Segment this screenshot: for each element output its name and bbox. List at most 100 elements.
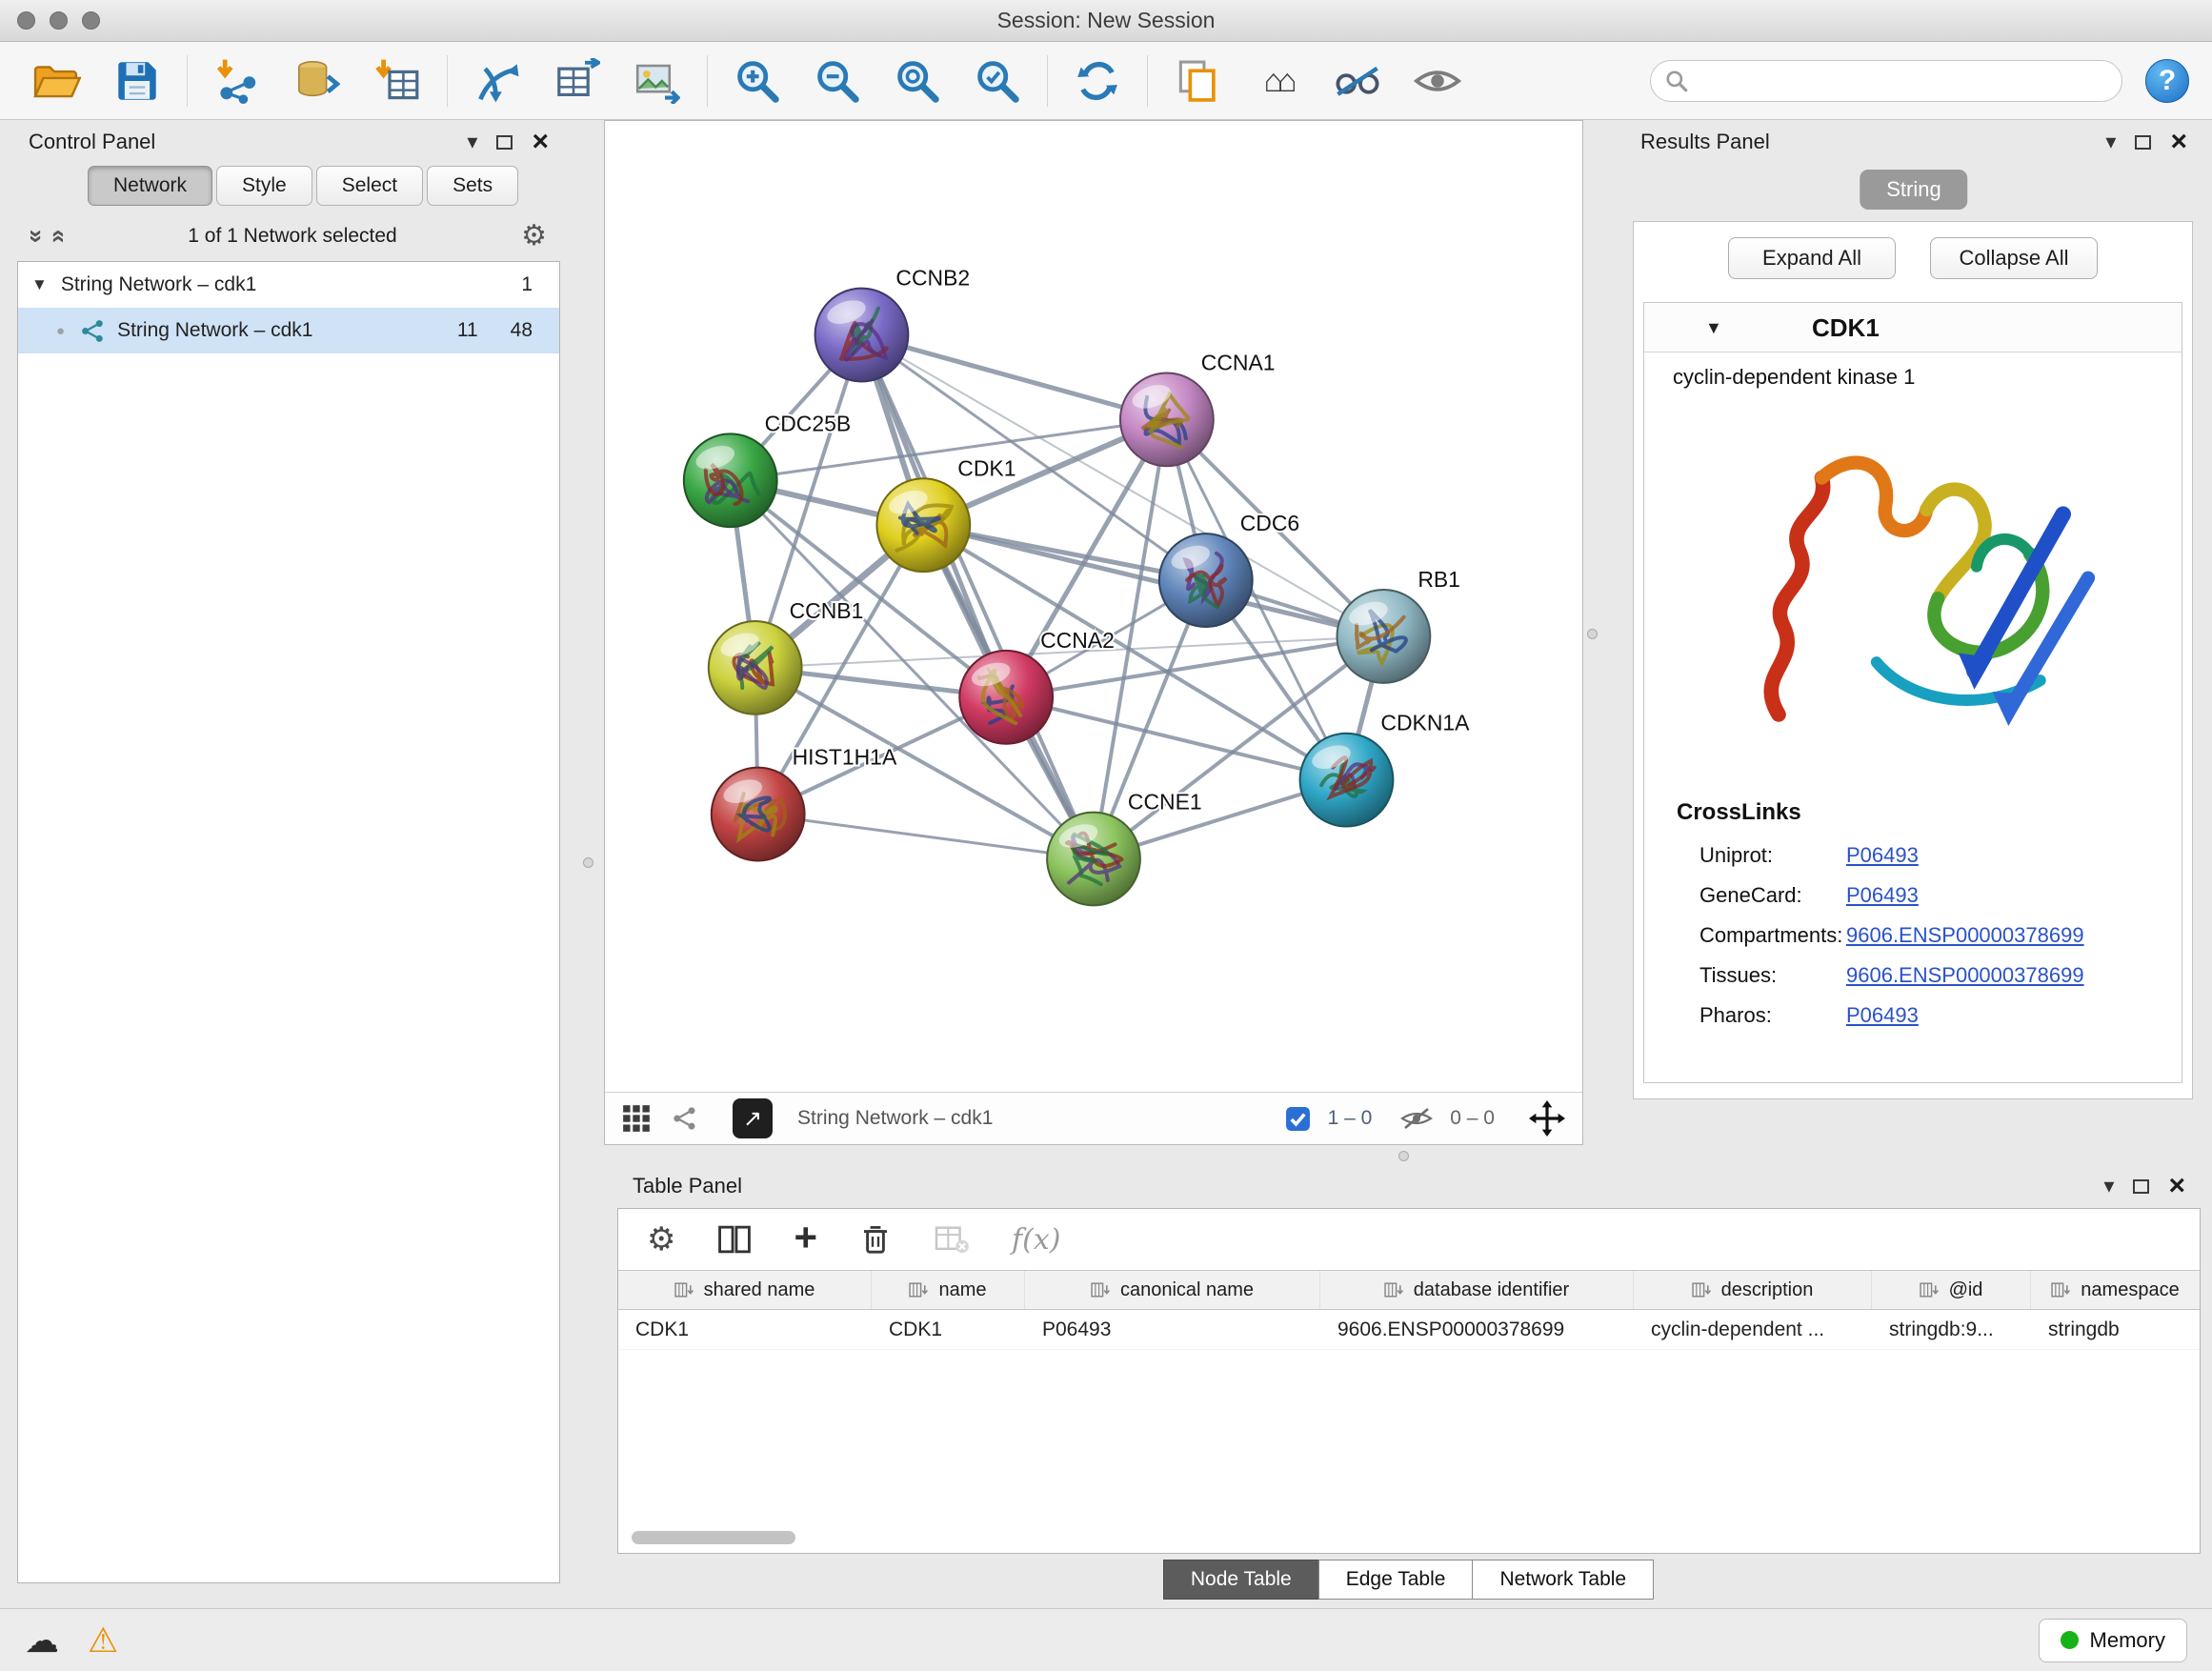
disclosure-triangle-icon[interactable]: ▼: [31, 275, 48, 294]
network-node-CCNA1[interactable]: CCNA1: [1120, 350, 1276, 466]
splitter-handle[interactable]: [1587, 629, 1598, 639]
window-minimize-button[interactable]: [50, 11, 68, 30]
clone-network-icon[interactable]: [1170, 53, 1225, 109]
selected-checkbox-icon[interactable]: [1285, 1106, 1311, 1132]
cloud-icon[interactable]: ☁: [25, 1623, 59, 1658]
help-button[interactable]: ?: [2145, 59, 2189, 103]
table-cell[interactable]: P06493: [1025, 1310, 1320, 1349]
network-edge-HIST1H1A-CCNE1[interactable]: [758, 815, 1094, 859]
create-column-icon[interactable]: +: [794, 1218, 817, 1258]
network-node-CDKN1A[interactable]: CDKN1A: [1300, 711, 1471, 827]
column-header-name[interactable]: name: [872, 1271, 1025, 1309]
column-header-description[interactable]: description: [1634, 1271, 1872, 1309]
import-table-from-file-icon[interactable]: [370, 53, 425, 109]
import-network-from-file-icon[interactable]: [210, 53, 265, 109]
new-network-icon[interactable]: [470, 53, 525, 109]
network-node-CDC25B[interactable]: CDC25B: [684, 411, 851, 527]
network-canvas[interactable]: CCNB2CCNA1CDC25BCDK1CDC6RB1CCNB1CCNA2CDK…: [605, 121, 1582, 1092]
memory-button[interactable]: Memory: [2039, 1619, 2187, 1662]
apply-layout-icon[interactable]: [1070, 53, 1125, 109]
crosslink-link[interactable]: 9606.ENSP00000378699: [1846, 923, 2084, 948]
panel-float-icon[interactable]: [2133, 1179, 2149, 1194]
show-eye-icon[interactable]: [1410, 53, 1465, 109]
hide-panel-glasses-icon[interactable]: [1330, 53, 1385, 109]
network-row-selected[interactable]: ● String Network – cdk1 11 48: [18, 308, 559, 353]
table-cell[interactable]: cyclin-dependent ...: [1634, 1310, 1872, 1349]
network-overview-icon[interactable]: [672, 1105, 698, 1132]
panel-minimize-icon[interactable]: ▾: [467, 130, 477, 154]
table-cell[interactable]: stringdb: [2031, 1310, 2201, 1349]
tab-network-table[interactable]: Network Table: [1472, 1560, 1654, 1600]
table-cell[interactable]: stringdb:9...: [1872, 1310, 2031, 1349]
column-header-database-identifier[interactable]: database identifier: [1320, 1271, 1634, 1309]
splitter-handle[interactable]: [583, 857, 593, 868]
tab-sets[interactable]: Sets: [427, 166, 518, 206]
zoom-out-icon[interactable]: [810, 53, 865, 109]
network-node-CDK1[interactable]: CDK1: [876, 455, 1016, 572]
zoom-fit-icon[interactable]: [890, 53, 945, 109]
network-node-CCNB1[interactable]: CCNB1: [709, 598, 864, 715]
warning-icon[interactable]: ⚠: [88, 1623, 118, 1658]
function-builder-icon[interactable]: f(x): [1012, 1223, 1060, 1257]
network-edge-CCNB2-CCNE1[interactable]: [861, 335, 1094, 859]
network-node-CCNB2[interactable]: CCNB2: [815, 266, 971, 382]
scrollbar-thumb[interactable]: [632, 1531, 795, 1544]
string-results-tab[interactable]: String: [1860, 170, 1967, 210]
zoom-selected-icon[interactable]: [970, 53, 1025, 109]
column-header-canonical-name[interactable]: canonical name: [1025, 1271, 1320, 1309]
table-cell[interactable]: 9606.ENSP00000378699: [1320, 1310, 1634, 1349]
splitter-handle[interactable]: [1398, 1151, 1409, 1161]
table-row[interactable]: CDK1CDK1P064939606.ENSP00000378699cyclin…: [618, 1310, 2200, 1350]
panel-close-icon[interactable]: ×: [2168, 1172, 2185, 1200]
panel-float-icon[interactable]: [2135, 135, 2151, 150]
delete-column-trash-icon[interactable]: [859, 1222, 892, 1257]
string-home-icon[interactable]: ⌂⌂: [1250, 53, 1305, 109]
tab-edge-table[interactable]: Edge Table: [1318, 1560, 1474, 1600]
table-cell[interactable]: CDK1: [618, 1310, 872, 1349]
table-cell[interactable]: CDK1: [872, 1310, 1025, 1349]
panel-minimize-icon[interactable]: ▾: [2105, 130, 2116, 154]
horizontal-scrollbar[interactable]: [630, 1530, 2188, 1545]
panel-close-icon[interactable]: ×: [2170, 128, 2187, 156]
column-header-shared-name[interactable]: shared name: [618, 1271, 872, 1309]
tab-style[interactable]: Style: [216, 166, 312, 206]
open-in-new-window-button[interactable]: ↗: [733, 1098, 773, 1138]
toolbar-search-box[interactable]: [1650, 60, 2122, 102]
hidden-eye-slash-icon[interactable]: [1400, 1106, 1433, 1131]
tab-network[interactable]: Network: [88, 166, 212, 206]
search-input[interactable]: [1699, 69, 2108, 93]
export-image-icon[interactable]: [630, 53, 685, 109]
pan-move-icon[interactable]: [1529, 1100, 1565, 1137]
tab-select[interactable]: Select: [316, 166, 423, 206]
expand-all-button[interactable]: Expand All: [1728, 237, 1896, 279]
crosslink-link[interactable]: P06493: [1846, 1003, 1919, 1028]
disclosure-triangle-icon[interactable]: ▼: [1705, 318, 1722, 338]
save-session-icon[interactable]: [110, 53, 165, 109]
network-collection-row[interactable]: ▼ String Network – cdk1 1: [18, 262, 559, 308]
new-table-icon[interactable]: [550, 53, 605, 109]
show-columns-icon[interactable]: [717, 1223, 752, 1256]
panel-minimize-icon[interactable]: ▾: [2103, 1174, 2114, 1198]
crosslink-link[interactable]: P06493: [1846, 883, 1919, 908]
gene-section-header[interactable]: ▼ CDK1: [1644, 303, 2182, 352]
panel-close-icon[interactable]: ×: [532, 128, 549, 156]
window-close-button[interactable]: [17, 11, 35, 30]
grid-view-icon[interactable]: [622, 1104, 651, 1133]
table-settings-gear-icon[interactable]: ⚙: [647, 1223, 675, 1256]
network-node-RB1[interactable]: RB1: [1337, 567, 1459, 683]
zoom-in-icon[interactable]: [730, 53, 785, 109]
column-header--id[interactable]: @id: [1872, 1271, 2031, 1309]
column-header-namespace[interactable]: namespace: [2031, 1271, 2201, 1309]
table-toolbar: ⚙ + f(x): [618, 1209, 2200, 1270]
collapse-all-button[interactable]: Collapse All: [1930, 237, 2098, 279]
open-session-icon[interactable]: [30, 53, 85, 109]
crosslink-link[interactable]: 9606.ENSP00000378699: [1846, 963, 2084, 988]
network-node-HIST1H1A[interactable]: HIST1H1A: [712, 745, 897, 861]
tab-node-table[interactable]: Node Table: [1163, 1560, 1319, 1600]
network-options-gear-icon[interactable]: ⚙: [521, 222, 547, 251]
crosslink-link[interactable]: P06493: [1846, 843, 1919, 868]
import-network-from-database-icon[interactable]: [290, 53, 345, 109]
window-zoom-button[interactable]: [82, 11, 100, 30]
panel-float-icon[interactable]: [496, 135, 513, 150]
expand-all-networks-icon[interactable]: »: [45, 230, 70, 243]
